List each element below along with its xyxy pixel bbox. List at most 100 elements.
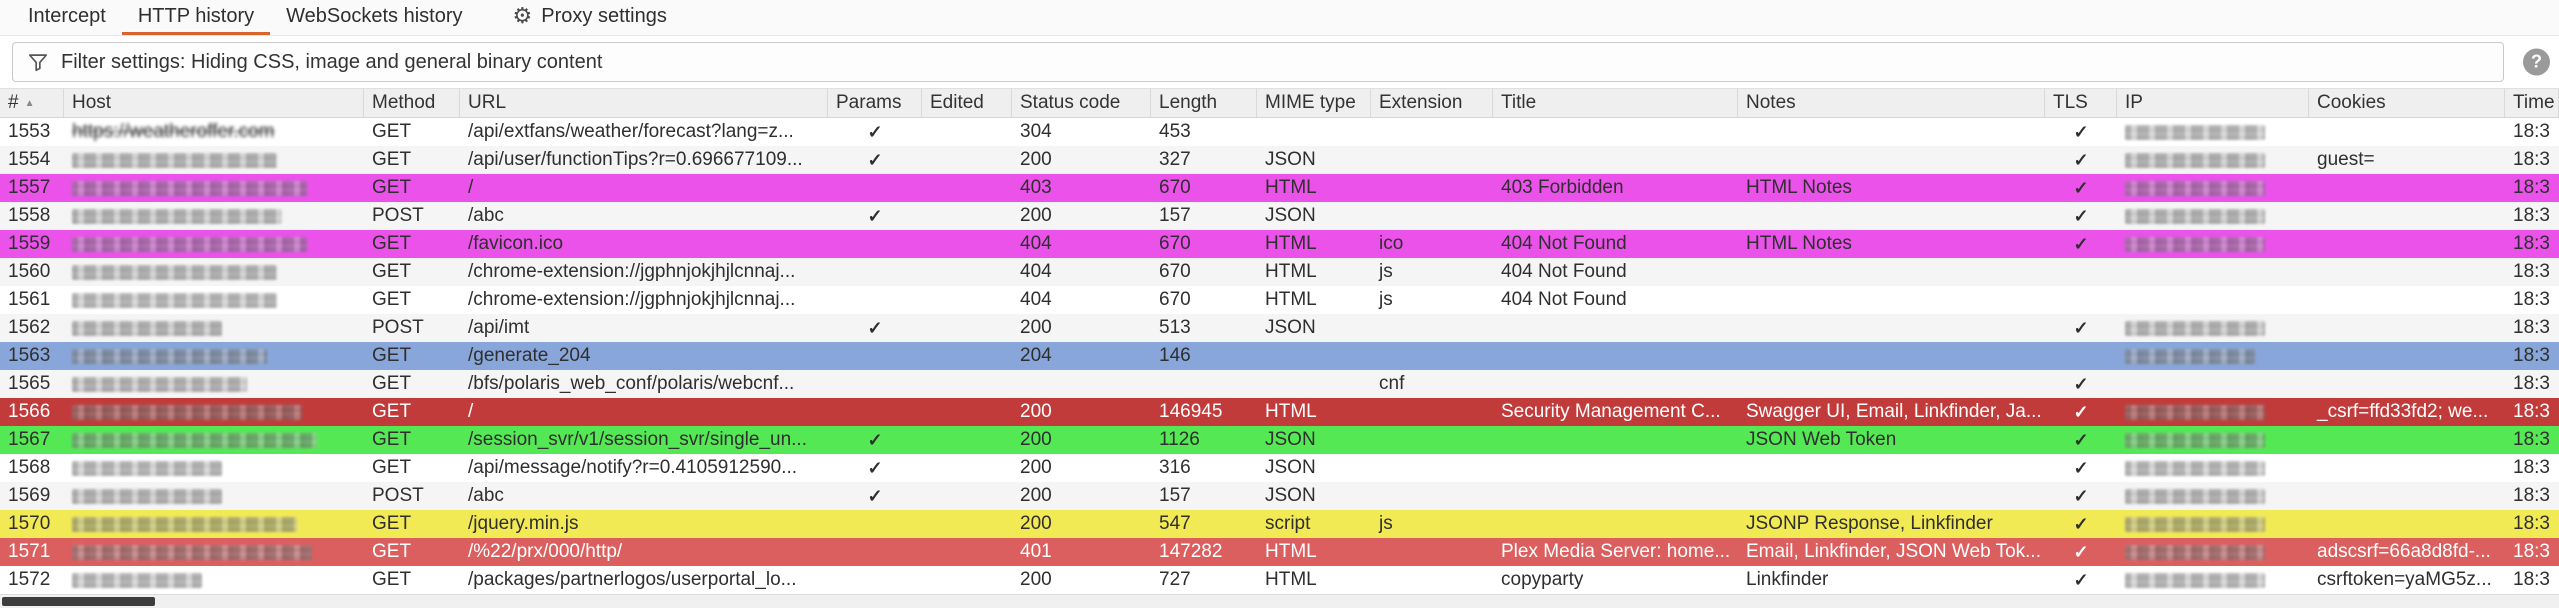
column-header-length[interactable]: Length bbox=[1151, 89, 1257, 117]
column-header-label: Cookies bbox=[2317, 92, 2386, 113]
cell-params bbox=[828, 342, 922, 370]
cell-length: 146945 bbox=[1159, 401, 1223, 422]
filter-settings-bar[interactable]: Filter settings: Hiding CSS, image and g… bbox=[12, 42, 2504, 82]
cell-notes bbox=[1738, 146, 2045, 174]
ip-redacted-block bbox=[2125, 572, 2265, 588]
cell-title bbox=[1493, 370, 1738, 398]
table-row-1562[interactable]: 1562 POST/api/imt ✓ 200 513 JSON ✓ 18:3 bbox=[0, 314, 2559, 342]
table-body: 1553 https://weatheroffer.com GET/api/extf… bbox=[0, 118, 2559, 594]
cell-status: 200 bbox=[1020, 457, 1052, 478]
cell-url: /favicon.ico bbox=[468, 233, 564, 254]
cell-id: 1570 bbox=[8, 513, 51, 534]
column-header-url[interactable]: URL bbox=[460, 89, 828, 117]
cell-status: 404 bbox=[1020, 261, 1052, 282]
cell-url: /api/imt bbox=[468, 317, 530, 338]
table-row-1570[interactable]: 1570 GET/jquery.min.js 200 547 script js JSONP… bbox=[0, 510, 2559, 538]
cell-ext bbox=[1371, 202, 1493, 230]
table-row-1568[interactable]: 1568 GET/api/message/notify?r=0.410591259… bbox=[0, 454, 2559, 482]
cell-tls: ✓ bbox=[2045, 426, 2117, 454]
column-header-params[interactable]: Params bbox=[828, 89, 922, 117]
cell-method: GET bbox=[372, 289, 412, 310]
cell-method: GET bbox=[372, 345, 412, 366]
host-redacted-block bbox=[72, 180, 307, 196]
table-row-1559[interactable]: 1559 GET/favicon.ico 404 670 HTML ico 404 Not … bbox=[0, 230, 2559, 258]
cell-status: 200 bbox=[1020, 513, 1052, 534]
table-row-1558[interactable]: 1558 POST/abc ✓ 200 157 JSON ✓ 18:3 bbox=[0, 202, 2559, 230]
cell-tls: ✓ bbox=[2045, 174, 2117, 202]
table-row-1565[interactable]: 1565 GET/bfs/polaris_web_conf/polaris/web… bbox=[0, 370, 2559, 398]
cell-title bbox=[1493, 146, 1738, 174]
column-header-tls[interactable]: TLS bbox=[2045, 89, 2117, 117]
cell-notes: Linkfinder bbox=[1746, 569, 1829, 590]
cell-title: copyparty bbox=[1501, 569, 1584, 590]
column-header-ip[interactable]: IP bbox=[2117, 89, 2309, 117]
cell-status: 200 bbox=[1020, 429, 1052, 450]
column-header-time[interactable]: Time bbox=[2505, 89, 2559, 117]
table-row-1563[interactable]: 1563 GET/generate_204 204 146 18:3 bbox=[0, 342, 2559, 370]
check-icon: ✓ bbox=[2073, 150, 2089, 170]
column-header-cookies[interactable]: Cookies bbox=[2309, 89, 2505, 117]
table-row-1566[interactable]: 1566 GET / 200 146945 HTML Security Management… bbox=[0, 398, 2559, 426]
table-row-1569[interactable]: 1569 POST/abc ✓ 200 157 JSON ✓ 18:3 bbox=[0, 482, 2559, 510]
table-row-1554[interactable]: 1554 GET/api/user/functionTips?r=0.696677… bbox=[0, 146, 2559, 174]
column-header-label: Notes bbox=[1746, 92, 1796, 113]
cell-ip bbox=[2117, 566, 2309, 594]
table-row-1572[interactable]: 1572 GET/packages/partnerlogos/userportal… bbox=[0, 566, 2559, 594]
cell-edited bbox=[922, 118, 1012, 146]
cell-ip bbox=[2117, 426, 2309, 454]
column-header-mime-type[interactable]: MIME type bbox=[1257, 89, 1371, 117]
cell-notes bbox=[1738, 454, 2045, 482]
ip-redacted-block bbox=[2125, 152, 2265, 168]
table-row-1560[interactable]: 1560 GET/chrome-extension://jgphnjokjhjlc… bbox=[0, 258, 2559, 286]
tab-proxy-settings[interactable]: ⚙ Proxy settings bbox=[497, 0, 683, 35]
column-header-status-code[interactable]: Status code bbox=[1012, 89, 1151, 117]
tab-http-history[interactable]: HTTP history bbox=[121, 0, 271, 35]
cell-edited bbox=[922, 258, 1012, 286]
cell-length: 670 bbox=[1159, 177, 1191, 198]
cell-id: 1557 bbox=[8, 177, 51, 198]
cell-url: /api/extfans/weather/forecast?lang=z... bbox=[468, 121, 794, 142]
column-header-num[interactable]: # ▲ bbox=[0, 89, 64, 117]
cell-mime: JSON bbox=[1265, 429, 1316, 450]
cell-method: GET bbox=[372, 541, 412, 562]
cell-params bbox=[828, 230, 922, 258]
table-row-1567[interactable]: 1567 GET/session_svr/v1/session_svr/singl… bbox=[0, 426, 2559, 454]
column-header-method[interactable]: Method bbox=[364, 89, 460, 117]
cell-mime: HTML bbox=[1265, 541, 1317, 562]
cell-cookies bbox=[2309, 426, 2505, 454]
check-icon: ✓ bbox=[2073, 570, 2089, 590]
cell-cookies bbox=[2309, 314, 2505, 342]
table-row-1561[interactable]: 1561 GET/chrome-extension://jgphnjokjhjlc… bbox=[0, 286, 2559, 314]
host-redacted-block bbox=[72, 516, 297, 532]
horizontal-scrollbar[interactable] bbox=[0, 594, 2559, 608]
tab-intercept[interactable]: Intercept bbox=[12, 0, 122, 35]
ip-redacted-block bbox=[2125, 180, 2265, 196]
cell-length: 146 bbox=[1159, 345, 1191, 366]
help-icon[interactable]: ? bbox=[2523, 48, 2550, 76]
cell-url: /generate_204 bbox=[468, 345, 591, 366]
cell-cookies bbox=[2309, 258, 2505, 286]
cell-length: 727 bbox=[1159, 569, 1191, 590]
scrollbar-thumb[interactable] bbox=[2, 597, 155, 606]
column-header-title[interactable]: Title bbox=[1493, 89, 1738, 117]
cell-edited bbox=[922, 566, 1012, 594]
cell-mime: JSON bbox=[1265, 317, 1316, 338]
cell-params bbox=[828, 510, 922, 538]
table-row-1553[interactable]: 1553 https://weatheroffer.com GET/api/extf… bbox=[0, 118, 2559, 146]
cell-edited bbox=[922, 482, 1012, 510]
check-icon: ✓ bbox=[2073, 122, 2089, 142]
table-row-1571[interactable]: 1571 GET /%22/prx/000/http/401 147282 HTML Pl… bbox=[0, 538, 2559, 566]
cell-host bbox=[64, 342, 364, 370]
column-header-host[interactable]: Host bbox=[64, 89, 364, 117]
tab-websockets-history[interactable]: WebSockets history bbox=[270, 0, 478, 35]
host-redacted-block bbox=[72, 544, 312, 560]
column-header-edited[interactable]: Edited bbox=[922, 89, 1012, 117]
cell-ip bbox=[2117, 202, 2309, 230]
column-header-extension[interactable]: Extension bbox=[1371, 89, 1493, 117]
check-icon: ✓ bbox=[2073, 178, 2089, 198]
cell-method: GET bbox=[372, 233, 412, 254]
cell-title bbox=[1493, 426, 1738, 454]
column-header-notes[interactable]: Notes bbox=[1738, 89, 2045, 117]
table-row-1557[interactable]: 1557 GET / 403 670 HTML 403 Forbidden HTML Note… bbox=[0, 174, 2559, 202]
cell-url: /%22/prx/000/http/ bbox=[468, 541, 623, 562]
